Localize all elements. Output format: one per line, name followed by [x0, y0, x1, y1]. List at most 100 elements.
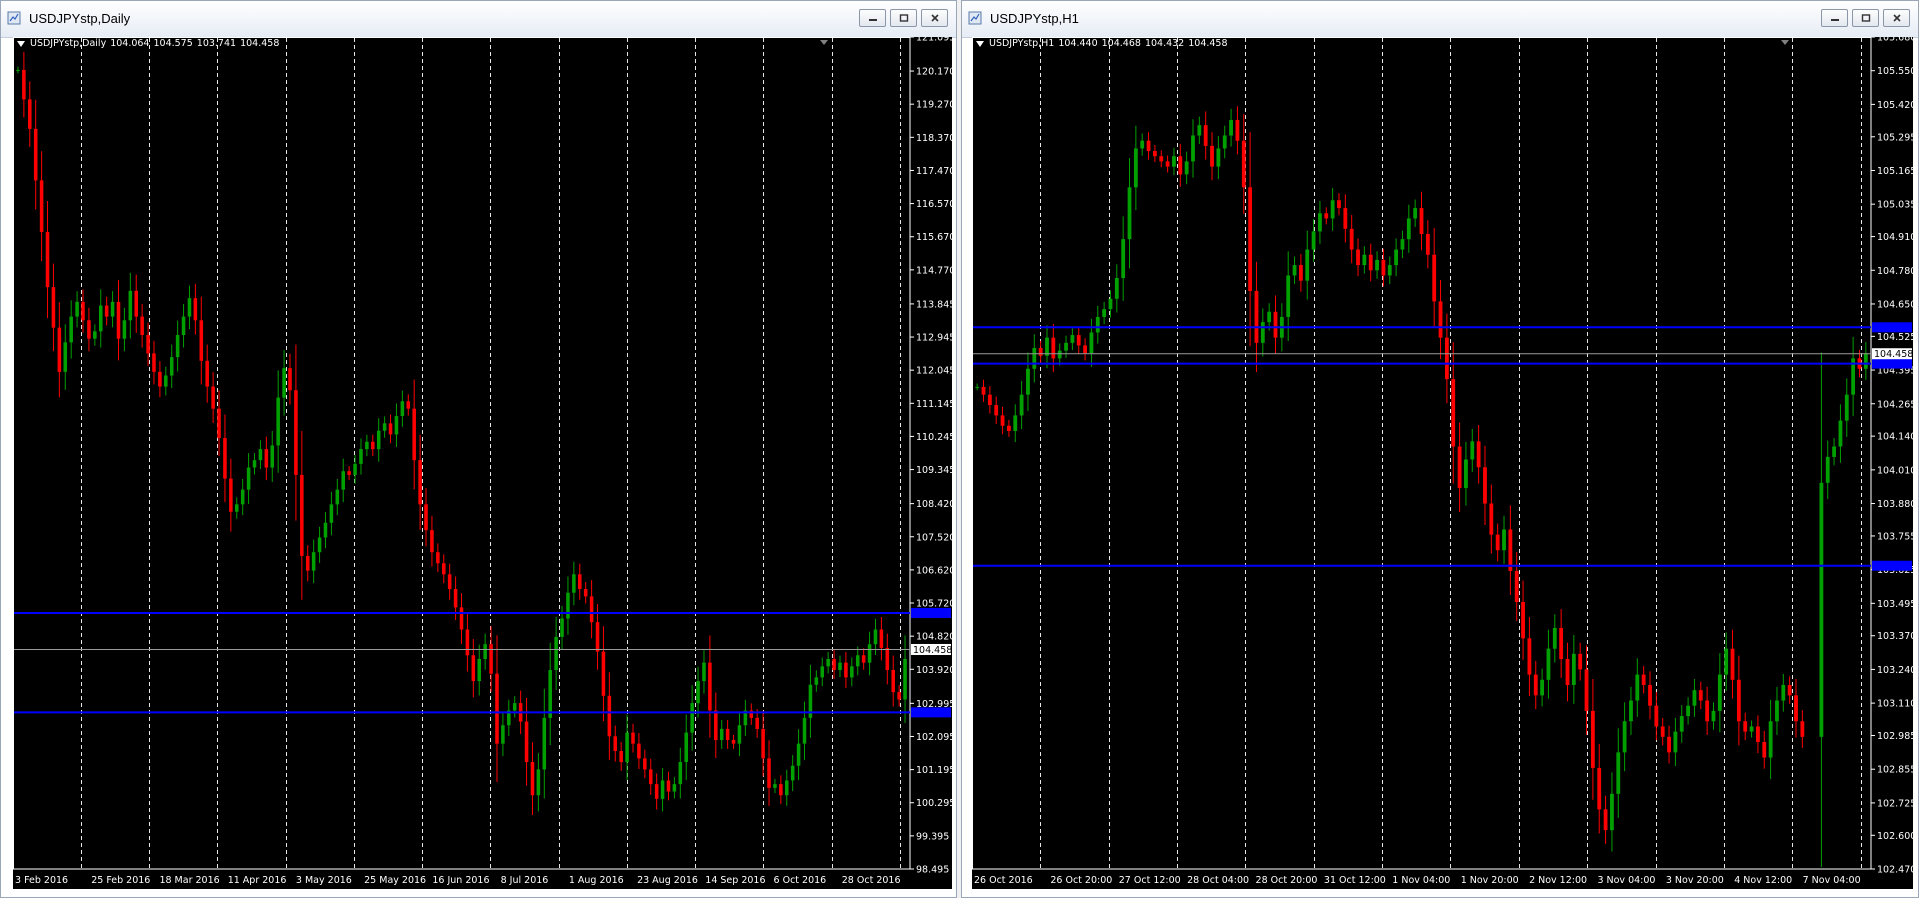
- candle-body: [140, 316, 144, 336]
- candle-body: [116, 301, 121, 339]
- x-tick-label: 23 Aug 2016: [637, 875, 698, 886]
- candle-body: [1064, 342, 1068, 351]
- candle-body: [501, 725, 505, 744]
- candle-body: [1464, 459, 1468, 488]
- candle-body: [1844, 394, 1849, 421]
- candle-body: [1254, 291, 1259, 343]
- plot-frame: [13, 37, 911, 870]
- y-tick-label: 104.140: [1877, 432, 1913, 443]
- info-symbol: USDJPYstp,H1: [989, 38, 1055, 49]
- candle-body: [22, 69, 26, 100]
- window-titlebar[interactable]: USDJPYstp,H1: [962, 1, 1918, 38]
- candle-body: [1273, 311, 1278, 338]
- minimize-button[interactable]: [859, 9, 886, 27]
- candle-body: [400, 401, 405, 417]
- candle-body: [187, 298, 192, 317]
- candle-body: [1863, 353, 1868, 369]
- candle-body: [1298, 265, 1303, 281]
- x-tick-label: 2 Nov 12:00: [1529, 875, 1587, 886]
- candle-body: [1330, 200, 1335, 219]
- candle-body: [1425, 233, 1430, 255]
- candle-body: [1749, 726, 1754, 732]
- candle-body: [1635, 674, 1640, 701]
- current-price-label: 104.458: [913, 645, 952, 656]
- candle-body: [548, 670, 552, 718]
- candle-body: [987, 394, 992, 406]
- x-tick-label: 25 May 2016: [364, 875, 426, 886]
- y-tick-label: 105.720: [916, 599, 952, 610]
- y-tick-label: 112.945: [916, 333, 952, 344]
- candle-body: [678, 762, 683, 785]
- candle-body: [1197, 125, 1202, 136]
- candle-body: [489, 644, 493, 674]
- y-tick-label: 120.170: [916, 67, 952, 78]
- candle-body: [1133, 148, 1138, 188]
- candle-body: [1146, 140, 1151, 152]
- candle-body: [1736, 679, 1741, 722]
- close-button[interactable]: [921, 9, 948, 27]
- chart-info-bar: USDJPYstp,Daily 104.064 104.575 103.741 104.…: [17, 38, 283, 49]
- window-titlebar[interactable]: USDJPYstp,Daily: [1, 1, 956, 38]
- candle-body: [631, 732, 635, 744]
- candle-body: [51, 287, 56, 328]
- candle-body: [45, 231, 50, 288]
- y-tick-label: 102.855: [1877, 765, 1913, 776]
- collapse-arrow-icon[interactable]: [976, 40, 984, 47]
- candle-body: [607, 695, 612, 737]
- candle-body: [1451, 379, 1456, 447]
- candle-body: [1140, 140, 1145, 149]
- maximize-button[interactable]: [890, 9, 917, 27]
- y-tick-label: 104.010: [1877, 465, 1913, 476]
- x-tick-label: 25 Feb 2016: [91, 875, 150, 886]
- y-tick-label: 102.095: [916, 732, 952, 743]
- h1-price-chart[interactable]: 26 Oct 2016 26 Oct 20:00 27 Oct 12:00 28 Oc…: [972, 37, 1913, 889]
- x-tick-label: 3 May 2016: [296, 875, 352, 886]
- candle-body: [1089, 332, 1094, 354]
- level-price-tag: [1872, 560, 1912, 571]
- candle-body: [164, 375, 168, 387]
- candle-body: [1838, 420, 1843, 447]
- y-tick-label: 121.095: [916, 37, 952, 44]
- candle-body: [1153, 151, 1157, 157]
- candle-body: [1508, 529, 1513, 571]
- candle-body: [1051, 337, 1056, 359]
- y-tick-label: 114.770: [916, 265, 952, 276]
- candle-body: [975, 386, 980, 388]
- candle-body: [1489, 503, 1494, 535]
- y-tick-label: 109.345: [916, 465, 952, 476]
- candle-body: [75, 301, 79, 317]
- candle-body: [861, 655, 866, 663]
- close-button[interactable]: [1883, 9, 1910, 27]
- window-title: USDJPYstp,H1: [990, 11, 1079, 26]
- x-tick-label: 26 Oct 20:00: [1050, 875, 1112, 886]
- chart-shift-marker-icon: [1781, 40, 1789, 45]
- candle-body: [376, 430, 381, 450]
- candle-body: [424, 504, 428, 531]
- candle-body: [1444, 337, 1449, 380]
- y-tick-label: 103.920: [916, 665, 952, 676]
- candle-body: [1172, 156, 1176, 167]
- y-tick-label: 119.270: [916, 100, 952, 111]
- candle-body: [430, 530, 434, 553]
- candle-body: [1660, 726, 1665, 737]
- candle-body: [181, 316, 186, 336]
- candle-body: [252, 460, 257, 468]
- collapse-arrow-icon[interactable]: [17, 40, 25, 47]
- h1-candlestick-svg[interactable]: 26 Oct 2016 26 Oct 20:00 27 Oct 12:00 28 Oc…: [972, 37, 1913, 889]
- daily-price-chart[interactable]: 3 Feb 2016 25 Feb 2016 18 Mar 2016 11 Apr 2…: [13, 37, 952, 889]
- y-tick-label: 104.910: [1877, 232, 1913, 243]
- h1-chart-window[interactable]: USDJPYstp,H1 26 Oct 2016 26 Oct 20:00 27 O…: [961, 0, 1919, 898]
- candle-body: [530, 762, 535, 796]
- candle-body: [1470, 441, 1475, 460]
- maximize-button[interactable]: [1852, 9, 1879, 27]
- candle-body: [855, 655, 860, 667]
- candle-body: [1705, 700, 1710, 722]
- candle-body: [270, 445, 275, 468]
- minimize-button[interactable]: [1821, 9, 1848, 27]
- y-tick-label: 104.265: [1877, 399, 1913, 410]
- info-symbol: USDJPYstp,Daily: [30, 38, 107, 49]
- daily-chart-window[interactable]: USDJPYstp,Daily 3 Feb 2016 25 Feb 2016 18 …: [0, 0, 957, 898]
- candle-body: [1800, 721, 1805, 737]
- daily-candlestick-svg[interactable]: 3 Feb 2016 25 Feb 2016 18 Mar 2016 11 Apr 2…: [13, 37, 952, 889]
- candle-body: [1362, 254, 1367, 266]
